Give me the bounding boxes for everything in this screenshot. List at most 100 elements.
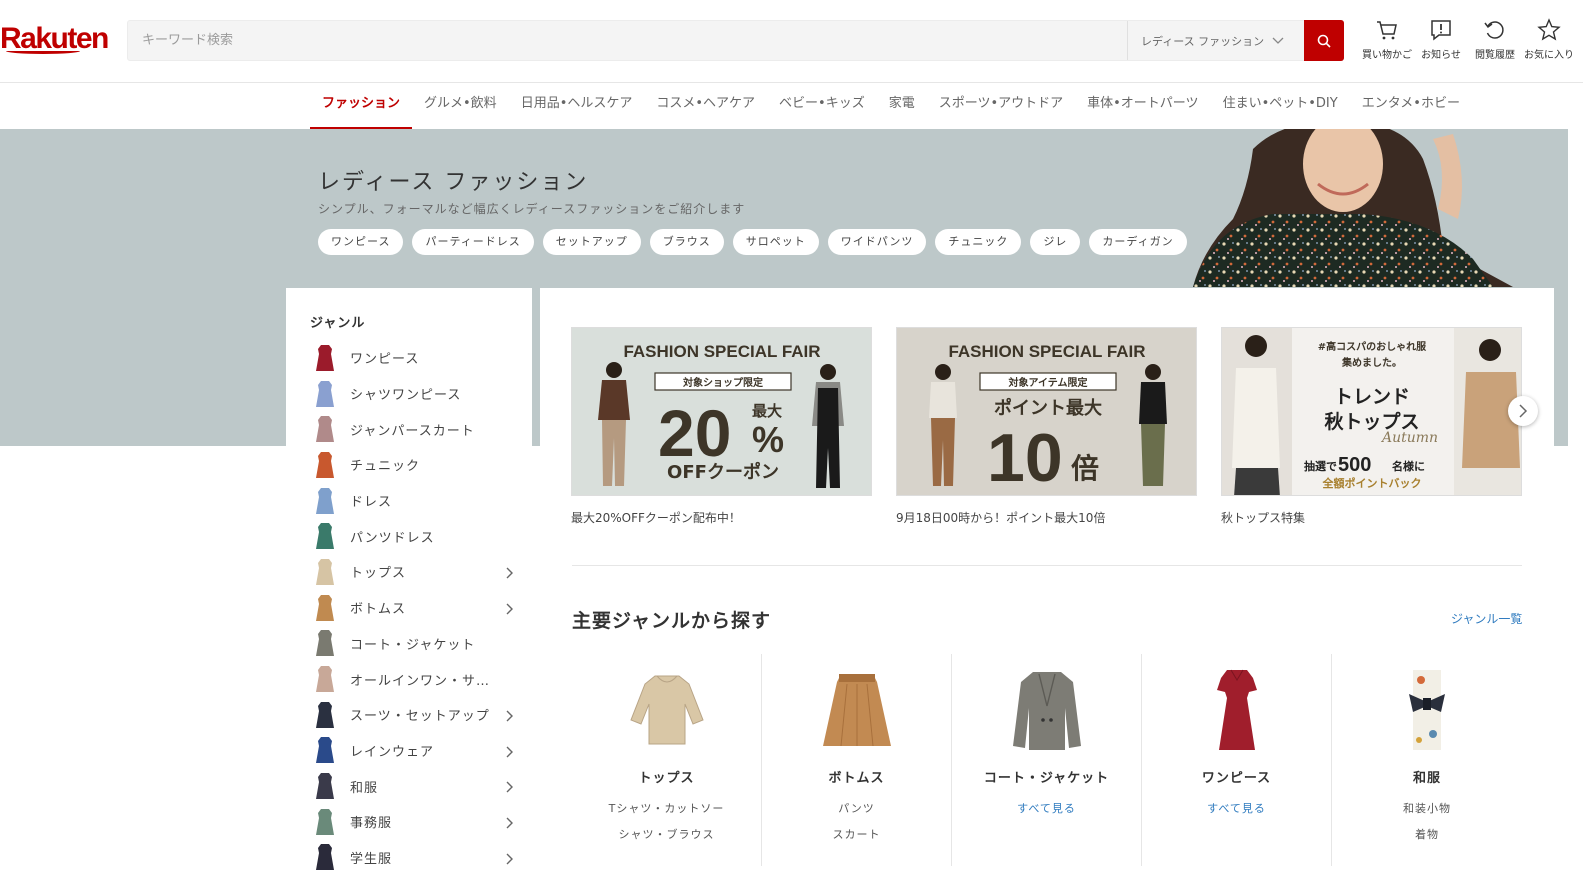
- hero-subtitle: シンプル、フォーマルなど幅広くレディースファッションをご紹介します: [318, 202, 746, 216]
- svg-text:ポイント最大: ポイント最大: [994, 397, 1102, 419]
- sidebar-genre-item[interactable]: コート・ジャケット: [310, 626, 520, 662]
- nav-tab-cosme[interactable]: コスメ•ヘアケア: [644, 84, 767, 129]
- banner-autumn-tops[interactable]: #高コスパのおしゃれ服 集めました。 トレンド 秋トップス Autumn 抽選で…: [1221, 327, 1522, 496]
- genre-thumbnail: [310, 593, 340, 623]
- genre-card-onepiece[interactable]: ワンピース すべて見る: [1142, 654, 1332, 866]
- nav-tab-daily[interactable]: 日用品•ヘルスケア: [509, 84, 645, 129]
- chip-wide-pants[interactable]: ワイドパンツ: [827, 229, 927, 255]
- sidebar-genre-item[interactable]: 和服: [310, 768, 520, 804]
- svg-text:FASHION SPECIAL FAIR: FASHION SPECIAL FAIR: [948, 342, 1145, 361]
- banner-caption-autumn-tops[interactable]: 秋トップス特集: [1221, 509, 1305, 526]
- genre-card-sublink[interactable]: パンツ: [762, 800, 951, 816]
- see-all-link[interactable]: すべて見る: [1142, 800, 1331, 816]
- search-button[interactable]: [1304, 20, 1344, 61]
- notification-label: お知らせ: [1421, 50, 1461, 61]
- svg-text:全額ポイントバック: 全額ポイントバック: [1322, 476, 1422, 490]
- star-icon: [1537, 18, 1561, 41]
- hero-title: レディース ファッション: [318, 170, 589, 195]
- genre-list: ワンピースシャツワンピース ジャンパースカート チュニックドレス パンツドレス トップス…: [310, 340, 520, 875]
- chevron-down-icon: [1272, 37, 1284, 44]
- cart-button[interactable]: 買い物かご: [1360, 18, 1414, 61]
- sidebar-genre-item[interactable]: チュニック: [310, 447, 520, 483]
- search-input[interactable]: [128, 21, 1128, 60]
- banner-points[interactable]: FASHION SPECIAL FAIR 対象アイテム限定 ポイント最大 10 …: [896, 327, 1197, 496]
- nav-tab-gourmet[interactable]: グルメ•飲料: [412, 84, 509, 129]
- genre-label: レインウェア: [350, 744, 435, 760]
- chip-onepiece[interactable]: ワンピース: [318, 229, 404, 255]
- genre-card-sublink[interactable]: シャツ・ブラウス: [572, 826, 761, 842]
- section-divider: [572, 565, 1522, 566]
- sidebar-genre-item[interactable]: レインウェア: [310, 733, 520, 769]
- sidebar-genre-item[interactable]: スーツ・セットアップ: [310, 697, 520, 733]
- sidebar-genre-item[interactable]: パンツドレス: [310, 518, 520, 554]
- genre-thumbnail: [310, 486, 340, 516]
- chip-setup[interactable]: セットアップ: [542, 229, 641, 255]
- nav-tab-fashion[interactable]: ファッション: [310, 84, 413, 129]
- banner-tag: 対象ショップ限定: [682, 376, 763, 389]
- banner-foot: OFFクーポン: [667, 461, 779, 483]
- genre-card-tops[interactable]: トップス Tシャツ・カットソー シャツ・ブラウス: [572, 654, 762, 866]
- nav-tab-baby[interactable]: ベビー•キッズ: [767, 84, 877, 129]
- banner-caption-points[interactable]: 9月18日00時から！ポイント最大10倍: [896, 509, 1105, 526]
- notification-button[interactable]: お知らせ: [1414, 18, 1468, 61]
- carousel-next-button[interactable]: [1508, 396, 1538, 426]
- nav-tab-sports[interactable]: スポーツ•アウトドア: [927, 84, 1075, 129]
- svg-text:抽選で: 抽選で: [1304, 459, 1337, 473]
- genre-label: チュニック: [350, 459, 421, 475]
- sidebar-genre-item[interactable]: ワンピース: [310, 340, 520, 376]
- banner-caption-coupon[interactable]: 最大20%OFFクーポン配布中！: [571, 509, 741, 526]
- chip-tunic[interactable]: チュニック: [935, 229, 1022, 255]
- svg-text:#高コスパのおしゃれ服: #高コスパのおしゃれ服: [1318, 340, 1427, 353]
- chevron-right-icon: [506, 600, 514, 619]
- sidebar-genre-item[interactable]: オールインワン・サ…: [310, 661, 520, 697]
- svg-text:名様に: 名様に: [1392, 459, 1425, 473]
- genre-card-sublink[interactable]: 着物: [1332, 826, 1522, 842]
- nav-tab-entertainment[interactable]: エンタメ•ホビー: [1350, 84, 1472, 129]
- genre-card-sublink[interactable]: Tシャツ・カットソー: [572, 800, 761, 816]
- chip-blouse[interactable]: ブラウス: [649, 229, 724, 255]
- nav-tab-home[interactable]: 住まい•ペット•DIY: [1211, 84, 1350, 129]
- genre-label: シャツワンピース: [350, 388, 462, 404]
- chevron-right-icon: [1519, 404, 1528, 418]
- genre-card-sublink[interactable]: スカート: [762, 826, 951, 842]
- genre-label: 和服: [350, 780, 379, 796]
- genre-thumbnail: [310, 735, 340, 765]
- genre-thumbnail: [310, 343, 340, 373]
- banner-coupon[interactable]: FASHION SPECIAL FAIR 対象ショップ限定 20 最大 % OF…: [571, 327, 872, 496]
- chip-salopette[interactable]: サロペット: [732, 229, 819, 255]
- header-icons: 買い物かご お知らせ 閲覧履歴 お気に入り: [1360, 18, 1576, 61]
- history-icon: [1484, 21, 1504, 39]
- genre-thumbnail: [310, 628, 340, 658]
- search-category-select[interactable]: レディース ファッション: [1127, 21, 1305, 60]
- genre-card-title: コート・ジャケット: [983, 771, 1110, 786]
- favorites-button[interactable]: お気に入り: [1522, 18, 1576, 61]
- chevron-right-icon: [506, 707, 514, 726]
- genre-card-coat[interactable]: コート・ジャケット すべて見る: [952, 654, 1142, 866]
- nav-tab-car[interactable]: 車体•オートパーツ: [1075, 84, 1210, 129]
- chip-gilet[interactable]: ジレ: [1030, 229, 1081, 255]
- sidebar-genre-item[interactable]: ドレス: [310, 483, 520, 519]
- tops-image: [622, 668, 712, 752]
- svg-text:Autumn: Autumn: [1380, 430, 1438, 446]
- sidebar-genre-item[interactable]: シャツワンピース: [310, 376, 520, 412]
- sidebar-genre-item[interactable]: トップス: [310, 554, 520, 590]
- banner-unit: %: [752, 419, 784, 460]
- sidebar-genre-item[interactable]: 学生服: [310, 840, 520, 875]
- genre-card-sublink[interactable]: 和装小物: [1332, 800, 1522, 816]
- sidebar-genre-item[interactable]: 事務服: [310, 804, 520, 840]
- hero-model-photo: [1193, 129, 1513, 287]
- search-icon: [1317, 34, 1331, 48]
- genre-card-bottoms[interactable]: ボトムス パンツ スカート: [762, 654, 952, 866]
- genre-card-title: トップス: [638, 771, 695, 786]
- sidebar-genre-item[interactable]: ボトムス: [310, 590, 520, 626]
- genre-label: ジャンパースカート: [350, 423, 475, 439]
- chip-party-dress[interactable]: パーティードレス: [412, 229, 534, 255]
- history-button[interactable]: 閲覧履歴: [1468, 18, 1522, 61]
- see-all-link[interactable]: すべて見る: [952, 800, 1141, 816]
- history-label: 閲覧履歴: [1475, 50, 1515, 61]
- genre-card-kimono[interactable]: 和服 和装小物 着物: [1332, 654, 1522, 866]
- genre-list-link[interactable]: ジャンル一覧: [1451, 610, 1522, 627]
- sidebar-genre-item[interactable]: ジャンパースカート: [310, 411, 520, 447]
- nav-tab-appliance[interactable]: 家電: [877, 84, 927, 129]
- chip-cardigan[interactable]: カーディガン: [1089, 229, 1187, 255]
